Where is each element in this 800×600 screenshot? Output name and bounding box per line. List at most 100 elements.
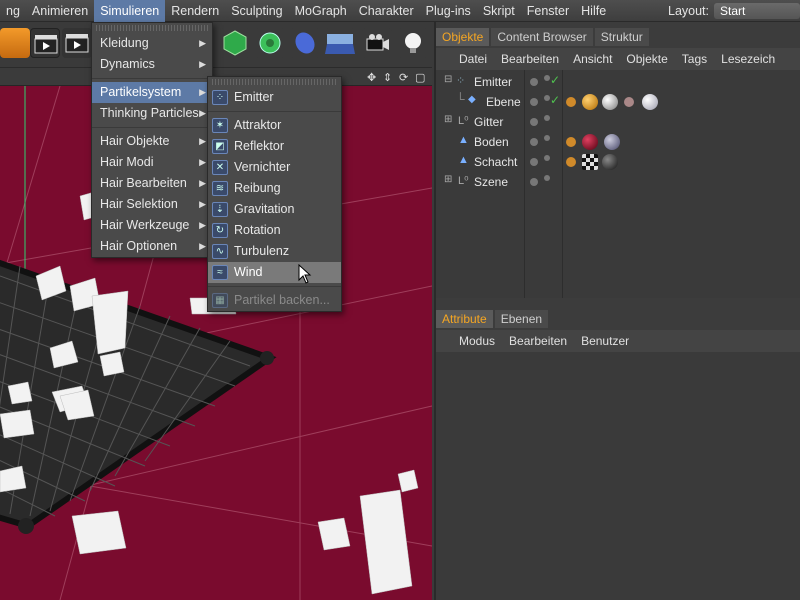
menu-item-partikel-backen[interactable]: ▦ Partikel backen... [208,290,341,311]
tag-icon[interactable] [566,157,576,167]
objects-menu: Datei Bearbeiten Ansicht Objekte Tags Le… [436,48,800,70]
list-item[interactable]: ▲ Schacht [436,152,800,172]
menu-item-kleidung[interactable]: Kleidung ▶ [92,33,212,54]
menu-simulieren[interactable]: Simulieren [94,0,166,22]
material-orange-icon[interactable] [582,94,598,110]
attributes-menu-bearbeiten[interactable]: Bearbeiten [502,334,574,348]
tab-content-browser[interactable]: Content Browser [491,28,593,46]
render-dot[interactable] [544,115,550,121]
check-icon[interactable]: ✓ [550,73,560,87]
cube-icon[interactable] [0,28,30,58]
floor-icon[interactable] [325,28,355,58]
objects-menu-ansicht[interactable]: Ansicht [566,52,619,66]
wind-icon: ≈ [212,265,228,280]
rotate-view-icon: ⟳ [399,71,408,84]
material-icon[interactable] [642,94,658,110]
menu-item-hair-objekte[interactable]: Hair Objekte ▶ [92,131,212,152]
visibility-dot[interactable] [530,138,538,146]
menu-item-vernichter[interactable]: ✕ Vernichter [208,157,341,178]
layout-select[interactable]: Start [714,3,800,19]
menu-plugins[interactable]: Plug-ins [420,0,477,22]
rotation-icon: ↻ [212,223,228,238]
menu-fenster[interactable]: Fenster [521,0,575,22]
tear-off-handle[interactable] [96,25,208,31]
column-divider [524,70,525,298]
attributes-menu-modus[interactable]: Modus [452,334,502,348]
visibility-dot[interactable] [530,178,538,186]
material-white-icon[interactable] [602,94,618,110]
menu-item-rotation[interactable]: ↻ Rotation [208,220,341,241]
submenu-arrow-icon: ▶ [199,241,206,251]
tab-attribute[interactable]: Attribute [436,310,493,328]
menu-item-reflektor[interactable]: ◩ Reflektor [208,136,341,157]
maximize-view-icon: ▢ [415,71,425,84]
material-red-icon[interactable] [582,134,598,150]
list-item[interactable]: ⊞ L⁰ Gitter [436,112,800,132]
material-black-icon[interactable] [602,154,618,170]
expand-icon[interactable]: ⊞ [444,114,452,125]
render-dot[interactable] [544,175,550,181]
list-item[interactable]: ⊞ L⁰ Szene [436,172,800,192]
render-icon[interactable] [62,28,92,58]
visibility-dot[interactable] [530,158,538,166]
menu-ng[interactable]: ng [0,0,26,22]
tag-icon[interactable] [566,97,576,107]
check-icon[interactable]: ✓ [550,93,560,107]
tear-off-handle[interactable] [212,79,337,85]
list-item[interactable]: ▲ Boden [436,132,800,152]
tree-line-icon: └ [456,92,465,106]
menu-item-hair-modi[interactable]: Hair Modi ▶ [92,152,212,173]
objects-menu-tags[interactable]: Tags [675,52,714,66]
menu-hilfe[interactable]: Hilfe [575,0,612,22]
menu-item-hair-selektion[interactable]: Hair Selektion ▶ [92,194,212,215]
light-icon[interactable] [398,28,428,58]
menu-item-dynamics[interactable]: Dynamics ▶ [92,54,212,75]
collapse-icon[interactable]: ⊟ [444,74,452,85]
menu-item-turbulenz[interactable]: ∿ Turbulenz [208,241,341,262]
objects-menu-objekte[interactable]: Objekte [619,52,674,66]
list-item[interactable]: └ ◆ Ebene ✓ [436,92,800,112]
menu-charakter[interactable]: Charakter [353,0,420,22]
visibility-dot[interactable] [530,118,538,126]
attractor-icon: ✶ [212,118,228,133]
menu-rendern[interactable]: Rendern [165,0,225,22]
expand-icon[interactable]: ⊞ [444,174,452,185]
menu-item-emitter[interactable]: ⁘ Emitter [208,87,341,108]
tab-objekte[interactable]: Objekte [436,28,490,46]
material-checker-icon[interactable] [582,154,598,170]
array-icon[interactable] [255,28,285,58]
render-dot[interactable] [544,155,550,161]
objects-menu-bearbeiten[interactable]: Bearbeiten [494,52,566,66]
menu-item-attraktor[interactable]: ✶ Attraktor [208,115,341,136]
menu-sculpting[interactable]: Sculpting [225,0,288,22]
render-view-icon[interactable] [30,28,60,58]
tab-struktur[interactable]: Struktur [594,28,649,46]
menu-item-hair-werkzeuge[interactable]: Hair Werkzeuge ▶ [92,215,212,236]
visibility-dot[interactable] [530,78,538,86]
deformer-icon[interactable] [290,28,320,58]
tab-ebenen[interactable]: Ebenen [494,310,549,328]
subdivision-icon[interactable] [220,28,250,58]
material-blue-icon[interactable] [604,134,620,150]
visibility-dot[interactable] [530,98,538,106]
menu-item-wind[interactable]: ≈ Wind [208,262,341,283]
list-item[interactable]: ⊟ ⁘ Emitter ✓ [436,72,800,92]
submenu-arrow-icon: ▶ [199,59,206,69]
menu-mograph[interactable]: MoGraph [289,0,353,22]
menu-separator [92,78,212,79]
menu-item-hair-optionen[interactable]: Hair Optionen ▶ [92,236,212,257]
tag-icon[interactable] [624,97,634,107]
menu-item-partikelsystem[interactable]: Partikelsystem ▶ [92,82,212,103]
menu-item-thinking-particles[interactable]: Thinking Particles ▶ [92,103,212,124]
menu-item-hair-bearbeiten[interactable]: Hair Bearbeiten ▶ [92,173,212,194]
menu-animieren[interactable]: Animieren [26,0,94,22]
camera-icon[interactable] [362,28,392,58]
objects-menu-datei[interactable]: Datei [452,52,494,66]
tag-icon[interactable] [566,137,576,147]
menu-item-reibung[interactable]: ≋ Reibung [208,178,341,199]
menu-item-gravitation[interactable]: ⇣ Gravitation [208,199,341,220]
render-dot[interactable] [544,135,550,141]
menu-skript[interactable]: Skript [477,0,521,22]
attributes-menu-benutzer[interactable]: Benutzer [574,334,636,348]
objects-menu-lesezeich[interactable]: Lesezeich [714,52,782,66]
